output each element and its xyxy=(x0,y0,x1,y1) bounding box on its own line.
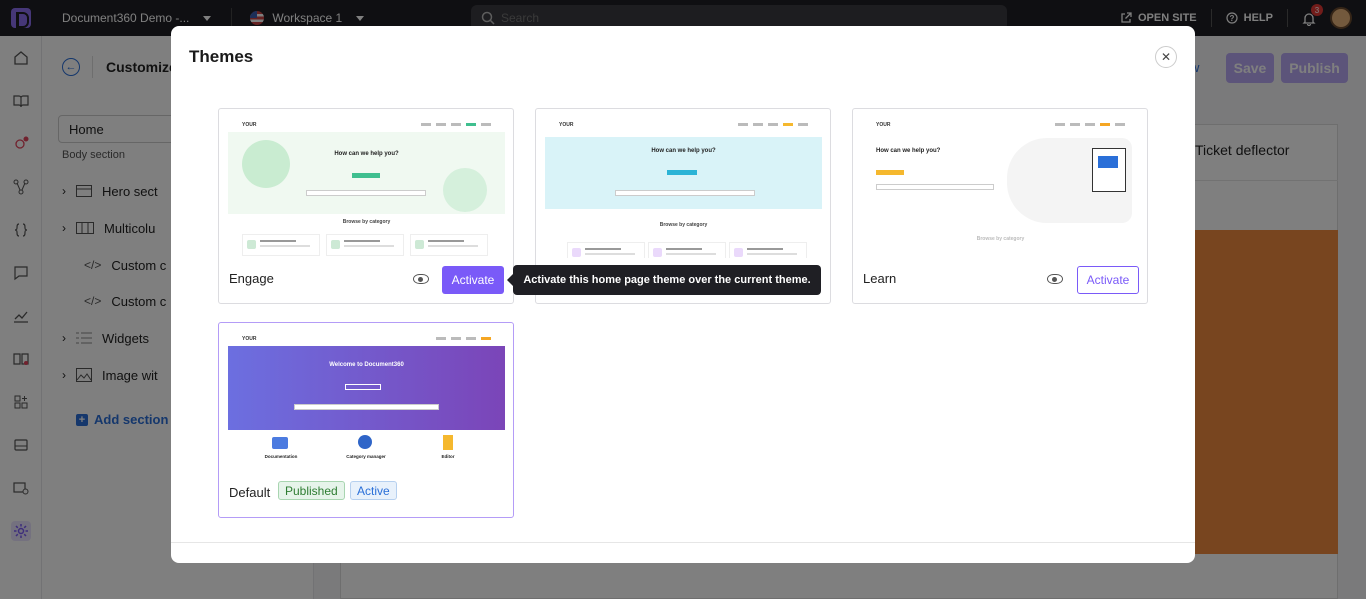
theme-thumbnail: YOUR How can we help you? Browse by cate… xyxy=(545,118,822,258)
thumb-nav-links xyxy=(738,123,808,126)
theme-card-default[interactable]: YOUR Welcome to Document360 Documentatio… xyxy=(218,322,514,518)
thumb-category-label: Category manager xyxy=(346,454,386,459)
thumb-logo: YOUR xyxy=(242,122,257,128)
theme-thumbnail: YOUR How can we help you? Browse by cate… xyxy=(228,118,505,258)
thumb-button xyxy=(876,170,904,175)
modal-footer-divider xyxy=(171,542,1195,543)
thumb-documentation-icon xyxy=(272,437,288,449)
thumb-category xyxy=(648,242,726,258)
thumb-category-label: Documentation xyxy=(264,454,298,459)
thumb-illustration-screen xyxy=(1092,148,1126,192)
theme-name: Default xyxy=(229,485,271,500)
activate-tooltip: Activate this home page theme over the c… xyxy=(507,265,821,295)
activate-button[interactable]: Activate xyxy=(442,266,504,294)
thumb-button xyxy=(667,170,697,175)
thumb-heading: How can we help you? xyxy=(651,148,716,154)
thumb-logo: YOUR xyxy=(559,122,574,128)
thumb-illustration-video xyxy=(1098,156,1118,168)
active-badge: Active xyxy=(350,481,397,500)
thumb-heading: Welcome to Document360 xyxy=(329,362,404,368)
thumb-category xyxy=(567,242,645,258)
close-button[interactable]: ✕ xyxy=(1155,46,1177,68)
thumb-illustration xyxy=(242,140,290,188)
thumb-button xyxy=(345,384,381,390)
theme-card-engage[interactable]: YOUR How can we help you? Browse by cate… xyxy=(218,108,514,304)
thumb-nav-links xyxy=(421,123,491,126)
thumb-editor-icon xyxy=(443,435,453,450)
thumb-category xyxy=(729,242,807,258)
thumb-heading: How can we help you? xyxy=(334,151,399,157)
thumb-nav-links xyxy=(1055,123,1125,126)
thumb-heading: How can we help you? xyxy=(876,148,941,154)
published-badge: Published xyxy=(278,481,345,500)
preview-eye-icon[interactable] xyxy=(413,274,429,284)
thumb-illustration xyxy=(443,168,487,212)
theme-name: Learn xyxy=(863,271,897,286)
activate-button[interactable]: Activate xyxy=(1077,266,1139,294)
thumb-category xyxy=(326,234,404,256)
thumb-search xyxy=(306,190,426,196)
thumb-search xyxy=(294,404,439,410)
thumb-button xyxy=(352,173,380,178)
thumb-category-label: Editor xyxy=(441,454,455,459)
thumb-search xyxy=(876,184,994,190)
modal-title: Themes xyxy=(189,47,254,66)
preview-eye-icon[interactable] xyxy=(1047,274,1063,284)
thumb-category-manager-icon xyxy=(358,435,372,449)
thumb-category xyxy=(410,234,488,256)
theme-thumbnail: YOUR Welcome to Document360 Documentatio… xyxy=(228,332,505,472)
thumb-search xyxy=(615,190,755,196)
thumb-browse-heading: Browse by category xyxy=(342,219,391,225)
thumb-browse-heading: Browse by category xyxy=(976,236,1025,242)
thumb-logo: YOUR xyxy=(876,122,891,128)
thumb-nav-links xyxy=(436,337,491,340)
close-icon: ✕ xyxy=(1160,50,1172,64)
theme-thumbnail: YOUR How can we help you? Browse by cate… xyxy=(862,118,1139,258)
thumb-browse-heading: Browse by category xyxy=(659,222,708,228)
thumb-category xyxy=(242,234,320,256)
thumb-logo: YOUR xyxy=(242,336,257,342)
theme-name: Engage xyxy=(229,271,274,286)
theme-card-learn[interactable]: YOUR How can we help you? Browse by cate… xyxy=(852,108,1148,304)
